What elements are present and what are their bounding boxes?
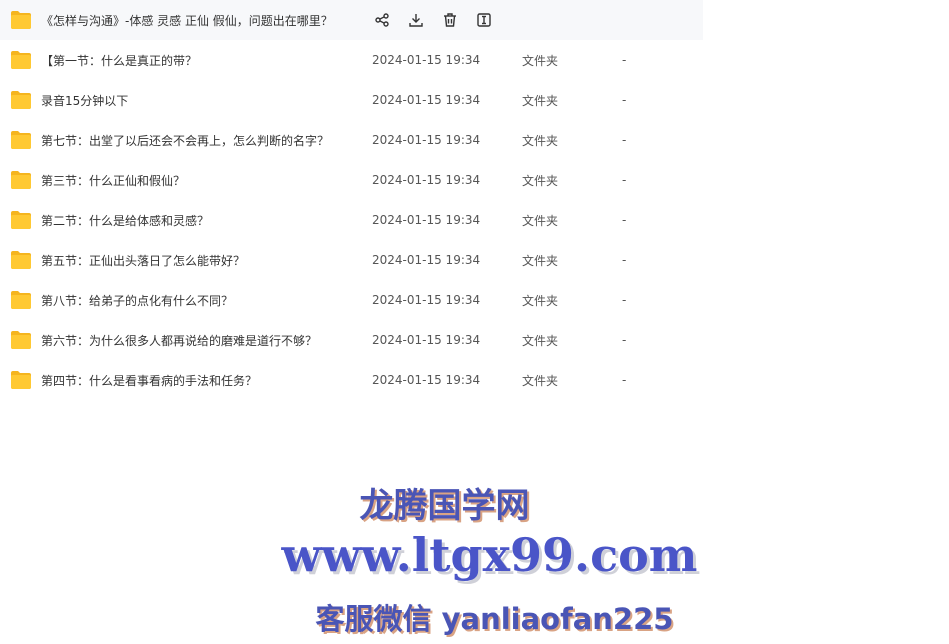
- file-size: -: [622, 93, 627, 107]
- watermark-url: www.ltgx99.com: [281, 528, 698, 582]
- file-name[interactable]: 第四节：什么是看事看病的手法和任务？: [41, 372, 257, 389]
- folder-icon: [11, 211, 31, 229]
- file-date: 2024-01-15 19:34: [372, 53, 481, 67]
- file-size: -: [622, 373, 627, 387]
- file-date: 2024-01-15 19:34: [372, 373, 481, 387]
- table-row[interactable]: 第四节：什么是看事看病的手法和任务？ 2024-01-15 19:34 文件夹 …: [0, 360, 703, 400]
- file-date: 2024-01-15 19:34: [372, 293, 481, 307]
- file-size: -: [622, 293, 627, 307]
- file-date: 2024-01-15 19:34: [372, 213, 481, 227]
- folder-icon: [11, 251, 31, 269]
- table-row[interactable]: 第二节：什么是给体感和灵感？ 2024-01-15 19:34 文件夹 -: [0, 200, 703, 240]
- file-type: 文件夹: [522, 133, 559, 148]
- file-size: -: [622, 333, 627, 347]
- file-name[interactable]: 第二节：什么是给体感和灵感？: [41, 212, 209, 229]
- table-row[interactable]: 第六节：为什么很多人都再说给的磨难是道行不够？ 2024-01-15 19:34…: [0, 320, 703, 360]
- file-date: 2024-01-15 19:34: [372, 133, 481, 147]
- delete-button[interactable]: [440, 11, 460, 29]
- table-row[interactable]: 【第一节：什么是真正的带？ 2024-01-15 19:34 文件夹 -: [0, 40, 703, 80]
- share-icon: [375, 13, 389, 27]
- file-size: -: [622, 53, 627, 67]
- file-date: 2024-01-15 19:34: [372, 173, 481, 187]
- file-size: -: [622, 213, 627, 227]
- file-name[interactable]: 第五节：正仙出头落日了怎么能带好？: [41, 252, 245, 269]
- file-type: 文件夹: [522, 373, 559, 388]
- file-list: 《怎样与沟通》-体感 灵感 正仙 假仙，问题出在哪里？ 【第一节：什么是真正的带…: [0, 0, 703, 400]
- file-name[interactable]: 第三节：什么正仙和假仙？: [41, 172, 185, 189]
- file-type: 文件夹: [522, 333, 559, 348]
- file-date: 2024-01-15 19:34: [372, 253, 481, 267]
- folder-icon: [11, 171, 31, 189]
- file-name[interactable]: 录音15分钟以下: [41, 92, 128, 109]
- table-row-selected[interactable]: 《怎样与沟通》-体感 灵感 正仙 假仙，问题出在哪里？: [0, 0, 703, 40]
- trash-icon: [444, 13, 456, 27]
- table-row[interactable]: 第七节：出堂了以后还会不会再上，怎么判断的名字？ 2024-01-15 19:3…: [0, 120, 703, 160]
- table-row[interactable]: 录音15分钟以下 2024-01-15 19:34 文件夹 -: [0, 80, 703, 120]
- file-date: 2024-01-15 19:34: [372, 333, 481, 347]
- row-actions: [372, 11, 494, 29]
- folder-icon: [11, 11, 31, 29]
- file-type: 文件夹: [522, 253, 559, 268]
- file-size: -: [622, 253, 627, 267]
- file-name[interactable]: 《怎样与沟通》-体感 灵感 正仙 假仙，问题出在哪里？: [41, 12, 333, 29]
- folder-icon: [11, 331, 31, 349]
- file-name[interactable]: 第七节：出堂了以后还会不会再上，怎么判断的名字？: [41, 132, 329, 149]
- download-icon: [409, 14, 423, 27]
- file-size: -: [622, 133, 627, 147]
- folder-icon: [11, 291, 31, 309]
- file-date: 2024-01-15 19:34: [372, 93, 481, 107]
- folder-icon: [11, 371, 31, 389]
- table-row[interactable]: 第八节：给弟子的点化有什么不同？ 2024-01-15 19:34 文件夹 -: [0, 280, 703, 320]
- file-name[interactable]: 第六节：为什么很多人都再说给的磨难是道行不够？: [41, 332, 317, 349]
- file-name[interactable]: 第八节：给弟子的点化有什么不同？: [41, 292, 233, 309]
- folder-icon: [11, 131, 31, 149]
- rename-icon: [477, 13, 491, 27]
- share-button[interactable]: [372, 11, 392, 29]
- rename-button[interactable]: [474, 11, 494, 29]
- file-type: 文件夹: [522, 293, 559, 308]
- table-row[interactable]: 第五节：正仙出头落日了怎么能带好？ 2024-01-15 19:34 文件夹 -: [0, 240, 703, 280]
- folder-icon: [11, 91, 31, 109]
- file-type: 文件夹: [522, 213, 559, 228]
- download-button[interactable]: [406, 11, 426, 29]
- file-size: -: [622, 173, 627, 187]
- table-row[interactable]: 第三节：什么正仙和假仙？ 2024-01-15 19:34 文件夹 -: [0, 160, 703, 200]
- file-type: 文件夹: [522, 53, 559, 68]
- folder-icon: [11, 51, 31, 69]
- file-type: 文件夹: [522, 173, 559, 188]
- file-type: 文件夹: [522, 93, 559, 108]
- watermark-title: 龙腾国学网: [359, 486, 530, 526]
- file-name[interactable]: 【第一节：什么是真正的带？: [41, 52, 197, 69]
- watermark-contact: 客服微信 yanliaofan225: [315, 602, 674, 636]
